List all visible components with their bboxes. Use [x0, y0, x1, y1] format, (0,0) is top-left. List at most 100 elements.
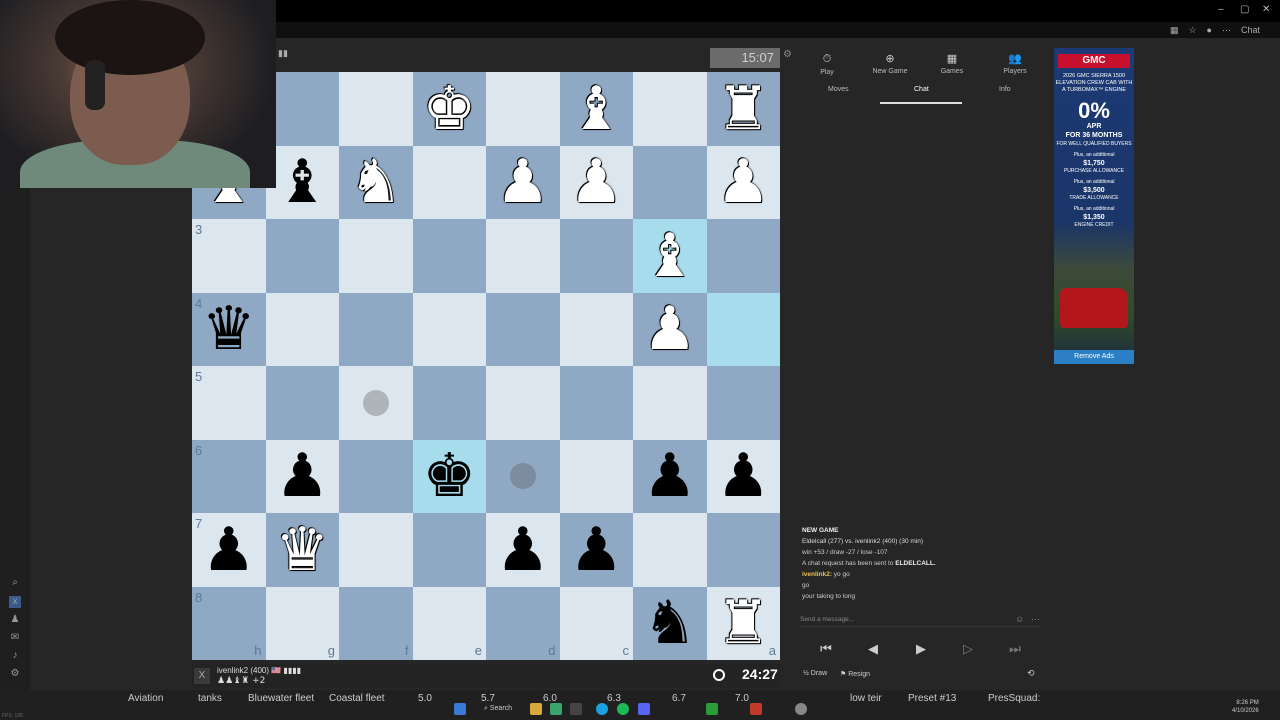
tab-chat[interactable]: Chat — [914, 86, 929, 93]
mail-icon[interactable]: ✉ — [9, 632, 21, 644]
obs-icon[interactable] — [795, 703, 807, 715]
square-f4[interactable] — [339, 292, 413, 366]
bookmark-icon[interactable]: ☆ — [1188, 25, 1196, 36]
square-h6[interactable]: 6 — [192, 439, 266, 513]
square-a3[interactable] — [706, 219, 780, 293]
white-piece-b4[interactable]: ♟ — [633, 293, 707, 367]
square-b7[interactable] — [633, 513, 707, 587]
nav-new-game[interactable]: ⊕ New Game — [865, 52, 915, 75]
square-d1[interactable] — [486, 72, 560, 146]
move-hint-dot[interactable] — [362, 389, 389, 416]
square-c4[interactable] — [559, 292, 633, 366]
square-a7[interactable] — [706, 513, 780, 587]
resign-button[interactable]: ⚑ Resign — [840, 670, 870, 678]
overlay-item[interactable]: 6.3 — [607, 693, 621, 704]
overlay-item[interactable]: 5.0 — [418, 693, 432, 704]
gear-icon[interactable]: ⚙ — [9, 668, 21, 680]
square-g4[interactable] — [265, 292, 339, 366]
square-e4[interactable] — [412, 292, 486, 366]
white-piece-a2[interactable]: ♟ — [707, 146, 781, 220]
overlay-item[interactable]: 7.0 — [735, 693, 749, 704]
square-a4[interactable] — [706, 292, 780, 366]
move-hint-dot[interactable] — [509, 463, 536, 490]
nav-players[interactable]: 👥 Players — [990, 52, 1040, 75]
square-b1[interactable] — [633, 72, 707, 146]
white-piece-b3[interactable]: ♝ — [633, 219, 707, 293]
menu-icon[interactable]: ⋯ — [1222, 25, 1231, 36]
black-piece-b6[interactable]: ♟ — [633, 440, 707, 514]
square-c8[interactable]: c — [559, 586, 633, 660]
overlay-item[interactable]: 6.7 — [672, 693, 686, 704]
square-a5[interactable] — [706, 366, 780, 440]
terminal-icon[interactable] — [570, 703, 582, 715]
first-move-button[interactable]: ⏮ — [806, 642, 846, 657]
chat-input[interactable]: Send a message... — [800, 613, 1042, 627]
maximize-button[interactable]: ▢ — [1240, 4, 1249, 15]
square-b2[interactable] — [633, 145, 707, 219]
black-piece-a6[interactable]: ♟ — [707, 440, 781, 514]
minecraft-icon[interactable] — [550, 703, 562, 715]
square-e7[interactable] — [412, 513, 486, 587]
square-c6[interactable] — [559, 439, 633, 513]
remove-ads-button[interactable]: Remove Ads — [1054, 350, 1134, 364]
square-c5[interactable] — [559, 366, 633, 440]
profile-icon[interactable]: ● — [1207, 25, 1212, 35]
square-h5[interactable]: 5 — [192, 366, 266, 440]
white-piece-e1[interactable]: ♚ — [413, 72, 487, 146]
bell-icon[interactable]: ♪ — [9, 650, 21, 662]
square-e8[interactable]: e — [412, 586, 486, 660]
square-d4[interactable] — [486, 292, 560, 366]
square-f8[interactable]: f — [339, 586, 413, 660]
square-g5[interactable] — [265, 366, 339, 440]
square-e2[interactable] — [412, 145, 486, 219]
overlay-item[interactable]: low teir — [850, 693, 882, 704]
nav-games[interactable]: ▦ Games — [927, 52, 977, 75]
tab-moves[interactable]: Moves — [828, 86, 849, 93]
black-piece-h7[interactable]: ♟ — [192, 513, 266, 587]
black-piece-d7[interactable]: ♟ — [486, 513, 560, 587]
overlay-item[interactable]: Bluewater fleet — [248, 693, 314, 704]
step-forward-button[interactable]: ▷ — [948, 642, 988, 657]
square-h8[interactable]: 8h — [192, 586, 266, 660]
square-f1[interactable] — [339, 72, 413, 146]
close-window-button[interactable]: ✕ — [1262, 4, 1270, 15]
white-piece-a1[interactable]: ♜ — [707, 72, 781, 146]
black-piece-g2[interactable]: ♝ — [266, 146, 340, 220]
emoji-icon[interactable]: ☺ — [1015, 614, 1024, 624]
square-g8[interactable]: g — [265, 586, 339, 660]
prev-move-button[interactable]: ◀ — [853, 642, 893, 657]
spotify-icon[interactable] — [617, 703, 629, 715]
edge-icon[interactable] — [596, 703, 608, 715]
square-d5[interactable] — [486, 366, 560, 440]
square-f3[interactable] — [339, 219, 413, 293]
square-h3[interactable]: 3 — [192, 219, 266, 293]
clock[interactable]: 8:26 PM 4/10/2026 — [1232, 699, 1259, 715]
white-piece-c1[interactable]: ♝ — [560, 72, 634, 146]
app-icon[interactable] — [750, 703, 762, 715]
copilot-chat-button[interactable]: Chat — [1241, 25, 1260, 35]
file-explorer-icon[interactable] — [530, 703, 542, 715]
square-f6[interactable] — [339, 439, 413, 513]
x-icon[interactable]: x — [9, 596, 21, 608]
nav-play[interactable]: ⏱ Play — [802, 52, 852, 76]
minimize-button[interactable]: – — [1218, 4, 1224, 15]
square-f7[interactable] — [339, 513, 413, 587]
overlay-item[interactable]: 5.7 — [481, 693, 495, 704]
flip-board-icon[interactable]: ⟲ — [1027, 668, 1035, 679]
chess-board[interactable]: 345678hgfedca♚♚♝♜♝♝♞♟♟♟♝♛♟♟♚♟♟♟♛♟♟♞♜ — [192, 72, 780, 660]
black-piece-g6[interactable]: ♟ — [266, 440, 340, 514]
extensions-icon[interactable]: ▦ — [1170, 25, 1179, 36]
white-piece-g7[interactable]: ♛ — [266, 513, 340, 587]
square-d3[interactable] — [486, 219, 560, 293]
black-piece-h4[interactable]: ♛ — [192, 293, 266, 367]
square-c3[interactable] — [559, 219, 633, 293]
board-settings-icon[interactable]: ⚙ — [783, 49, 792, 60]
overlay-item[interactable]: Preset #13 — [908, 693, 956, 704]
last-move-button[interactable]: ⏭ — [995, 642, 1035, 657]
close-icon[interactable]: X — [194, 668, 210, 684]
overlay-item[interactable]: PresSquad: — [988, 693, 1040, 704]
draw-button[interactable]: ½ Draw — [803, 670, 827, 677]
square-e5[interactable] — [412, 366, 486, 440]
advertisement[interactable]: GMC 2026 GMC SIERRA 1500 ELEVATION CREW … — [1054, 48, 1134, 364]
square-e3[interactable] — [412, 219, 486, 293]
